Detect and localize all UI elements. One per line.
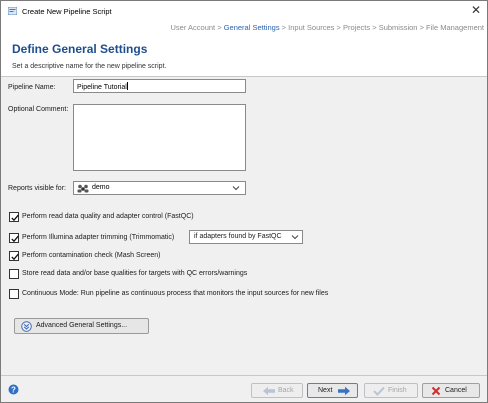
back-label: Back xyxy=(278,387,294,394)
checkmark-icon xyxy=(373,386,385,396)
store-read-data-label: Store read data and/or base qualities fo… xyxy=(22,270,248,277)
pipeline-name-value: Pipeline Tutorial xyxy=(77,84,127,91)
chevron-down-icon xyxy=(232,186,240,191)
option-mash-screen[interactable]: Perform contamination check (Mash Screen… xyxy=(9,251,479,263)
breadcrumb-separator: > xyxy=(372,23,377,32)
option-continuous-mode[interactable]: Continuous Mode: Run pipeline as continu… xyxy=(9,289,479,301)
store-read-data-checkbox[interactable] xyxy=(9,269,19,279)
option-fastqc[interactable]: Perform read data quality and adapter co… xyxy=(9,212,479,224)
trimming-mode-select[interactable]: if adapters found by FastQC xyxy=(189,230,303,244)
pipeline-name-input[interactable]: Pipeline Tutorial xyxy=(73,79,246,93)
expand-icon xyxy=(21,321,32,332)
svg-text:?: ? xyxy=(11,385,16,394)
window-title: Create New Pipeline Script xyxy=(22,7,112,16)
reports-visible-label: Reports visible for: xyxy=(8,185,66,192)
option-store-read-data[interactable]: Store read data and/or base qualities fo… xyxy=(9,269,479,281)
optional-comment-label: Optional Comment: xyxy=(8,106,69,113)
next-button[interactable]: Next xyxy=(307,383,358,398)
wizard-window: Create New Pipeline Script ✕ User Accoun… xyxy=(0,0,488,403)
page-subtitle: Set a descriptive name for the new pipel… xyxy=(12,63,167,70)
app-icon xyxy=(8,7,17,15)
fastqc-label: Perform read data quality and adapter co… xyxy=(22,213,194,220)
option-trimmomatic[interactable]: Perform Illumina adapter trimming (Trimm… xyxy=(9,233,189,245)
breadcrumb-item-general-settings: General Settings xyxy=(223,23,280,32)
finish-label: Finish xyxy=(388,387,407,394)
reports-visible-value: demo xyxy=(92,184,110,191)
arrow-right-icon xyxy=(338,386,350,396)
help-icon[interactable]: ? xyxy=(8,384,19,395)
cancel-icon xyxy=(431,386,441,396)
arrow-left-icon xyxy=(263,386,275,396)
breadcrumb-item-projects: Projects xyxy=(343,23,371,32)
title-bar: Create New Pipeline Script ✕ xyxy=(1,1,487,21)
wizard-footer: ? Back Next Finish Cancel xyxy=(1,375,487,402)
breadcrumb-separator: > xyxy=(217,23,222,32)
reports-visible-select[interactable]: demo xyxy=(73,181,246,195)
breadcrumb-item-input-sources: Input Sources xyxy=(288,23,335,32)
finish-button[interactable]: Finish xyxy=(364,383,418,398)
mash-screen-label: Perform contamination check (Mash Screen… xyxy=(22,252,161,259)
group-icon xyxy=(77,184,89,193)
back-button[interactable]: Back xyxy=(251,383,303,398)
continuous-mode-checkbox[interactable] xyxy=(9,289,19,299)
close-icon[interactable]: ✕ xyxy=(471,3,481,17)
next-label: Next xyxy=(318,387,333,394)
breadcrumb-item-file-management: File Management xyxy=(426,23,484,32)
trimmomatic-label: Perform Illumina adapter trimming (Trimm… xyxy=(22,234,175,241)
check-icon xyxy=(11,235,19,243)
continuous-mode-label: Continuous Mode: Run pipeline as continu… xyxy=(22,290,329,297)
page-title: Define General Settings xyxy=(12,42,148,56)
trimmomatic-checkbox[interactable] xyxy=(9,233,19,243)
advanced-settings-button[interactable]: Advanced General Settings... xyxy=(14,318,149,334)
breadcrumb-item-submission: Submission xyxy=(378,23,418,32)
breadcrumb: User Account > General Settings > Input … xyxy=(171,23,484,32)
chevron-down-icon xyxy=(291,235,299,240)
mash-screen-checkbox[interactable] xyxy=(9,251,19,261)
wizard-header: User Account > General Settings > Input … xyxy=(1,21,487,77)
pipeline-name-label: Pipeline Name: xyxy=(8,84,56,91)
breadcrumb-separator: > xyxy=(281,23,287,32)
text-caret xyxy=(126,82,128,90)
check-icon xyxy=(11,253,19,261)
breadcrumb-separator: > xyxy=(419,23,424,32)
advanced-settings-label: Advanced General Settings... xyxy=(36,322,128,329)
fastqc-checkbox[interactable] xyxy=(9,212,19,222)
check-icon xyxy=(11,214,19,222)
breadcrumb-separator: > xyxy=(336,23,341,32)
breadcrumb-item-user-account: User Account xyxy=(170,23,216,32)
optional-comment-textarea[interactable] xyxy=(73,104,246,171)
cancel-button[interactable]: Cancel xyxy=(422,383,480,398)
trimming-mode-value: if adapters found by FastQC xyxy=(194,233,282,240)
cancel-label: Cancel xyxy=(445,387,467,394)
